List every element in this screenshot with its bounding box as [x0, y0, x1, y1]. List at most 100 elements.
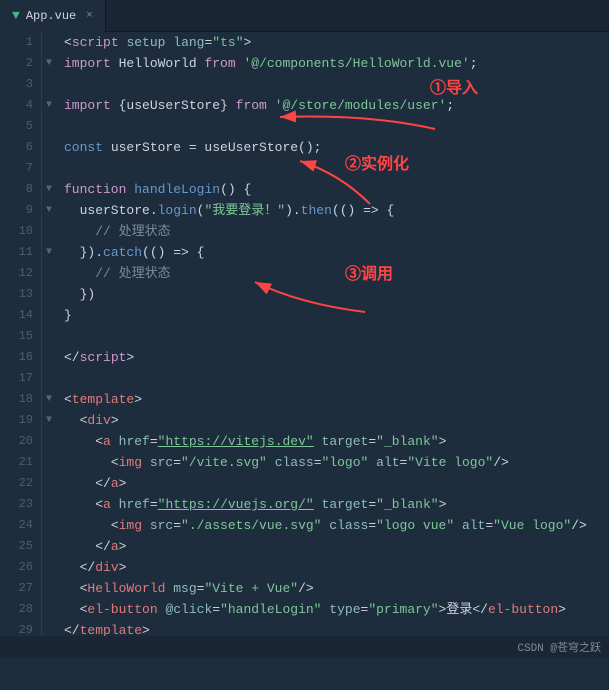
code-token: el-button [488, 599, 558, 620]
code-token: > [119, 536, 127, 557]
code-line: <template> [64, 389, 609, 410]
code-token: = [212, 599, 220, 620]
code-line: <a href="https://vuejs.org/" target="_bl… [64, 494, 609, 515]
code-token: from [236, 95, 267, 116]
line-number: 7 [26, 158, 33, 179]
code-area: <script setup lang="ts">import HelloWorl… [56, 32, 609, 658]
code-token: handleLogin [134, 179, 220, 200]
code-token: < [64, 389, 72, 410]
code-token: < [64, 578, 87, 599]
code-token: {useUserStore} [111, 95, 236, 116]
code-token [321, 599, 329, 620]
footer-text: CSDN @苍穹之跃 [517, 643, 601, 655]
code-token: < [64, 32, 72, 53]
code-token: "/vite.svg" [181, 452, 267, 473]
code-token: import [64, 95, 111, 116]
code-line [64, 368, 609, 389]
code-token: script [72, 32, 119, 53]
code-token: </ [64, 536, 111, 557]
code-token: div [95, 557, 118, 578]
line-number: 10 [19, 221, 33, 242]
code-token: div [87, 410, 110, 431]
code-token: = [368, 515, 376, 536]
code-line: const userStore = useUserStore(); [64, 137, 609, 158]
fold-icon[interactable]: ▼ [46, 389, 52, 410]
code-token: a [111, 473, 119, 494]
code-line: <a href="https://vitejs.dev" target="_bl… [64, 431, 609, 452]
code-token: > [119, 557, 127, 578]
fold-icon[interactable]: ▼ [46, 242, 52, 263]
line-number: 4 [26, 95, 33, 116]
code-token: class [275, 452, 314, 473]
fold-icon[interactable]: ▼ [46, 53, 52, 74]
line-number: 5 [26, 116, 33, 137]
line-number: 24 [19, 515, 33, 536]
line-number: 14 [19, 305, 33, 326]
code-token: HelloWorld [87, 578, 165, 599]
tab-app-vue[interactable]: ▼ App.vue × [0, 0, 106, 32]
code-line: </script> [64, 347, 609, 368]
code-token: type [329, 599, 360, 620]
code-token: @click [165, 599, 212, 620]
code-token: a [103, 494, 111, 515]
code-token: class [329, 515, 368, 536]
code-token: >登录</ [439, 599, 488, 620]
code-token: > [126, 347, 134, 368]
code-token: = [197, 578, 205, 599]
code-line: } [64, 305, 609, 326]
code-token: login [158, 200, 197, 221]
fold-icon[interactable]: ▼ [46, 95, 52, 116]
code-token: > [439, 431, 447, 452]
code-token: alt [376, 452, 399, 473]
code-token: /> [298, 578, 314, 599]
line-number: 16 [19, 347, 33, 368]
code-token: > [111, 410, 119, 431]
code-token: setup [126, 32, 165, 53]
code-line: <img src="./assets/vue.svg" class="logo … [64, 515, 609, 536]
line-number: 28 [19, 599, 33, 620]
code-token: "我要登录！" [204, 200, 285, 221]
line-number: 25 [19, 536, 33, 557]
code-token [314, 494, 322, 515]
code-token: /> [571, 515, 587, 536]
code-token: img [119, 452, 142, 473]
fold-gutter: ▼▼▼▼▼▼▼ [42, 32, 56, 658]
code-token: "https://vitejs.dev" [158, 431, 314, 452]
code-token: href [119, 494, 150, 515]
code-token: } [64, 305, 72, 326]
code-token: script [80, 347, 127, 368]
editor-container: ▼ App.vue × 1234567891011121314151617181… [0, 0, 609, 658]
code-token [165, 32, 173, 53]
code-line: </div> [64, 557, 609, 578]
code-token: = [173, 452, 181, 473]
code-token: > [134, 389, 142, 410]
code-token: target [322, 431, 369, 452]
code-token: = [361, 599, 369, 620]
line-number: 20 [19, 431, 33, 452]
code-token: "./assets/vue.svg" [181, 515, 321, 536]
code-line: <el-button @click="handleLogin" type="pr… [64, 599, 609, 620]
code-line: // 处理状态 [64, 263, 609, 284]
fold-icon[interactable]: ▼ [46, 200, 52, 221]
tab-close-button[interactable]: × [86, 10, 93, 22]
code-token [111, 431, 119, 452]
code-line [64, 116, 609, 137]
code-line: <HelloWorld msg="Vite + Vue"/> [64, 578, 609, 599]
line-number: 18 [19, 389, 33, 410]
code-token: "primary" [368, 599, 438, 620]
code-token [64, 221, 95, 242]
code-token [314, 431, 322, 452]
code-token: template [72, 389, 134, 410]
code-token: "logo vue" [376, 515, 454, 536]
code-token [119, 32, 127, 53]
code-token: </ [64, 557, 95, 578]
fold-icon[interactable]: ▼ [46, 410, 52, 431]
code-line: </a> [64, 473, 609, 494]
code-line [64, 158, 609, 179]
fold-icon[interactable]: ▼ [46, 179, 52, 200]
line-number: 23 [19, 494, 33, 515]
code-token: < [64, 410, 87, 431]
code-token: then [301, 200, 332, 221]
code-token [267, 95, 275, 116]
line-number: 13 [19, 284, 33, 305]
